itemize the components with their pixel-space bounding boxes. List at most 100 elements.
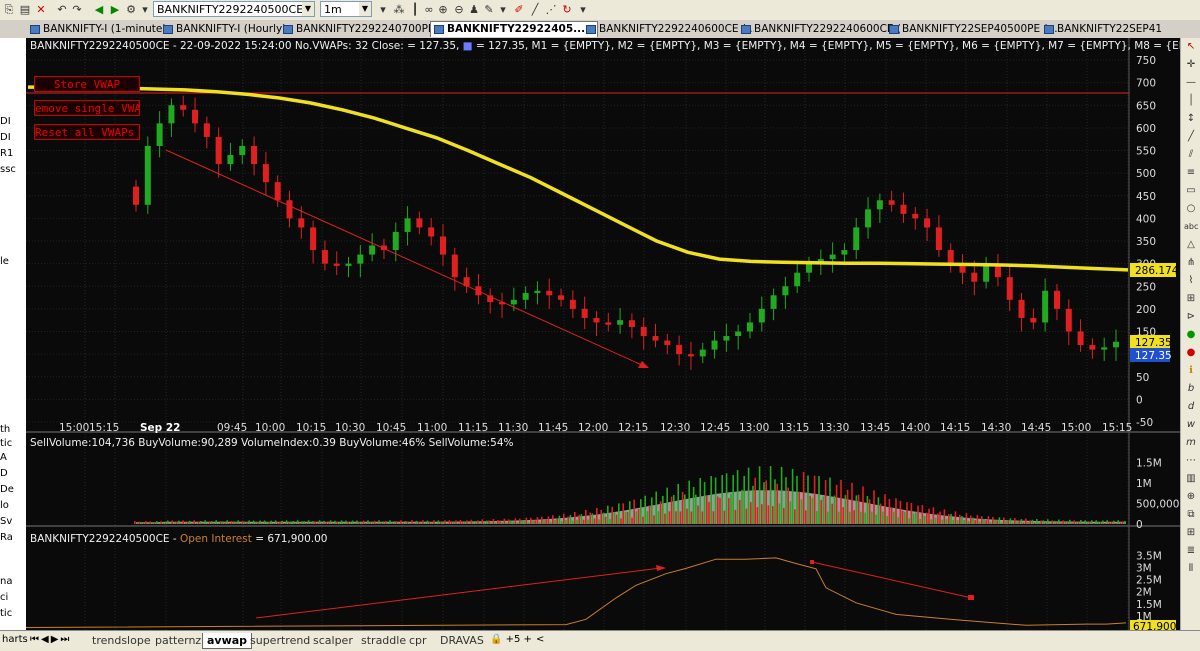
volume-bar <box>417 521 420 524</box>
bar-chart-icon[interactable]: ▥ <box>1184 472 1198 486</box>
volume-bar <box>939 511 941 524</box>
text-tool-icon[interactable]: abc <box>1184 220 1198 234</box>
pitchfork-icon[interactable]: ⋔ <box>1184 256 1198 270</box>
sheet-tab[interactable]: supertrend <box>246 633 314 648</box>
volume-bar <box>710 476 712 524</box>
dropdown-icon[interactable]: ▾ <box>138 3 152 17</box>
ellipse-icon[interactable]: ○ <box>1184 202 1198 216</box>
chart-canvas[interactable]: BANKNIFTY2292240500CE - 22-09-2022 15:24… <box>26 38 1180 630</box>
close-icon[interactable]: ✕ <box>34 3 48 17</box>
info-icon[interactable]: ℹ <box>1184 364 1198 378</box>
stop-icon[interactable]: ● <box>1184 346 1198 360</box>
chart-tab[interactable]: BANKNIFTY2292240700PE (... <box>280 22 444 37</box>
cursor-icon[interactable]: ↖ <box>1184 40 1198 54</box>
bars-icon[interactable]: ⦀ <box>1184 562 1198 576</box>
forward-icon[interactable]: ▶ <box>108 3 122 17</box>
redo-icon[interactable]: ↷ <box>70 3 84 17</box>
vertical-line-icon[interactable]: │ <box>1184 94 1198 108</box>
rectangle-icon[interactable]: ▭ <box>1184 184 1198 198</box>
dropdown-icon[interactable]: ▾ <box>576 3 590 17</box>
back-icon[interactable]: ◀ <box>92 3 106 17</box>
candle-body <box>687 354 694 357</box>
reset-all-vwaps-button[interactable]: Reset all VWAPs <box>34 124 140 140</box>
grid-icon[interactable]: ⊞ <box>1184 526 1198 540</box>
globe-icon[interactable]: ● <box>1184 328 1198 342</box>
dropdown-icon[interactable]: ▾ <box>496 3 510 17</box>
horizontal-line-icon[interactable]: — <box>1184 76 1198 90</box>
sheet-tab[interactable]: straddle <box>357 633 410 648</box>
volume-bar <box>780 466 783 524</box>
sheet-tab[interactable]: patternz <box>151 633 205 648</box>
sheet-tab[interactable]: DRAVAS <box>436 633 488 648</box>
line-icon[interactable]: ╱ <box>528 3 542 17</box>
sheet-lock-icon[interactable]: 🔒 +5 + <box>490 634 532 645</box>
lines-icon[interactable]: ≣ <box>1184 544 1198 558</box>
volume-bar <box>138 521 140 524</box>
volume-bar <box>499 520 501 524</box>
fib-icon[interactable]: ≡ <box>1184 166 1198 180</box>
panel-text: Sv <box>0 516 13 527</box>
volume-bar <box>752 485 754 524</box>
scroll-left-icon[interactable]: < <box>536 634 544 645</box>
chevron-down-icon[interactable]: ▼ <box>359 2 371 16</box>
triangle-icon[interactable]: △ <box>1184 238 1198 252</box>
remove-single-vwap-button[interactable]: emove single VWA <box>34 100 140 116</box>
link-icon[interactable]: ∞ <box>422 3 436 17</box>
zoom-icon[interactable]: ⊕ <box>1184 490 1198 504</box>
gann-icon[interactable]: ⊞ <box>1184 292 1198 306</box>
color-icon[interactable]: ✐ <box>512 3 526 17</box>
sheet-tab[interactable]: scalper <box>309 633 357 648</box>
settings-icon[interactable]: ⚙ <box>124 3 138 17</box>
zoom-out-icon[interactable]: ⊖ <box>452 3 466 17</box>
volume-bar <box>1060 522 1062 524</box>
paste-icon[interactable]: ▤ <box>18 3 32 17</box>
expand-icon[interactable]: ⊳ <box>1184 310 1198 324</box>
layers-icon[interactable]: ⧉ <box>1184 508 1198 522</box>
chart-tab[interactable]: BANKNIFTY-I (Hourly) <box>160 22 296 37</box>
undo-icon[interactable]: ↶ <box>55 3 69 17</box>
redo-draw-icon[interactable]: ↻ <box>560 3 574 17</box>
ray-icon[interactable]: ↕ <box>1184 112 1198 126</box>
volume-bar <box>769 466 772 524</box>
volume-bar <box>560 521 563 524</box>
zoom-in-icon[interactable]: ⊕ <box>436 3 450 17</box>
volume-bar <box>967 521 970 524</box>
time-tick-label: 14:00 <box>900 422 930 434</box>
volume-bar <box>171 520 173 524</box>
w-icon[interactable]: w <box>1184 418 1198 432</box>
volume-bar <box>290 521 292 524</box>
more-icon[interactable]: ⋯ <box>1184 454 1198 468</box>
copy-icon[interactable]: ⎘ <box>2 3 16 17</box>
bars-icon[interactable]: ┃ <box>408 3 422 17</box>
chart-tab[interactable]: BANKNIFTY2292240600CE (... <box>583 22 754 37</box>
chevron-down-icon[interactable]: ▼ <box>302 2 314 16</box>
symbol-combo[interactable]: BANKNIFTY2292240500CE ▼ <box>153 1 315 17</box>
crosshair-icon[interactable]: ✛ <box>1184 58 1198 72</box>
store-vwap-button[interactable]: Store VWAP <box>34 76 140 92</box>
interval-combo[interactable]: 1m ▼ <box>320 1 372 17</box>
cycles-icon[interactable]: ⌇ <box>1184 274 1198 288</box>
chart-tab-active[interactable]: BANKNIFTY22922405... <box>430 21 598 37</box>
sheet-tab-active[interactable]: avwap <box>202 633 253 649</box>
chart-tab[interactable]: BANKNIFTY-I (1-minute) <box>27 22 173 37</box>
dropdown-icon[interactable]: ▾ <box>376 3 390 17</box>
channel-icon[interactable]: ⫽ <box>1184 148 1198 162</box>
d-icon[interactable]: d <box>1184 400 1198 414</box>
grid-icon[interactable]: ⁂ <box>392 3 406 17</box>
volume-bar <box>1095 520 1097 524</box>
pin-icon[interactable]: ✎ <box>482 3 496 17</box>
trendline-icon[interactable]: ╱ <box>1184 130 1198 144</box>
chart-tab[interactable]: BANKNIFTY22SEP41 <box>1041 22 1167 37</box>
sheet-tab[interactable]: trendslope <box>88 633 155 648</box>
person-icon[interactable]: ♟ <box>467 3 481 17</box>
b-icon[interactable]: b <box>1184 382 1198 396</box>
dotted-line-icon[interactable]: ⋰ <box>544 3 558 17</box>
volume-bar <box>728 498 730 524</box>
m-icon[interactable]: m <box>1184 436 1198 450</box>
sheet-nav-icons[interactable]: ⏮◀▶⏭ <box>30 634 71 645</box>
line-handle[interactable] <box>810 560 814 564</box>
chart-tab[interactable]: BANKNIFTY22SEP40500PE (... <box>886 22 1057 37</box>
line-handle[interactable] <box>968 595 974 600</box>
chart-tab[interactable]: BANKNIFTY2292240600CE (... <box>738 22 902 37</box>
sheet-tab[interactable]: cpr <box>405 633 431 648</box>
